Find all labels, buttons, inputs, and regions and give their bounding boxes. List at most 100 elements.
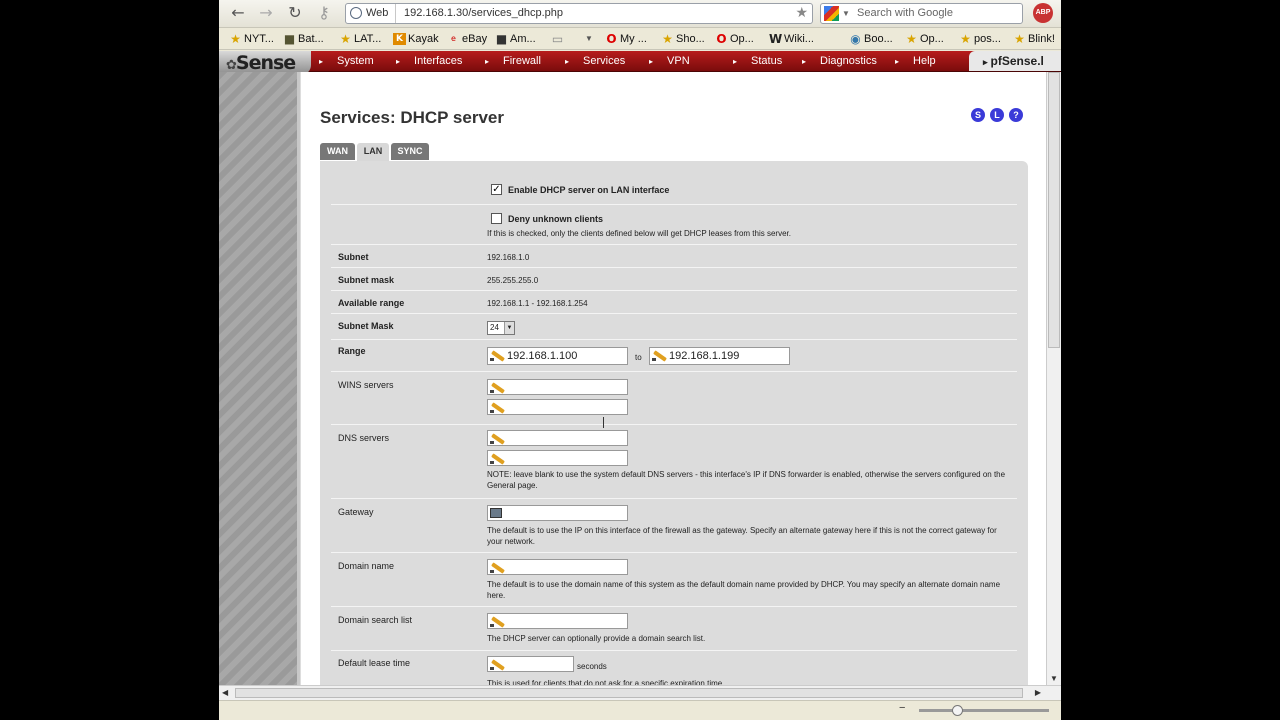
adblock-icon[interactable]: ABP	[1033, 3, 1053, 23]
range-label: Range	[338, 346, 366, 356]
select-value: 24	[490, 323, 499, 332]
bookmark-item[interactable]: ★ LAT...	[339, 31, 381, 47]
logo-text: Sense	[235, 52, 296, 74]
dns-row: DNS servers NOTE: leave blank to use the…	[331, 425, 1017, 499]
triangle-right-icon: ▸	[802, 57, 807, 66]
nav-system[interactable]: ▸ System	[319, 51, 374, 72]
bookmark-item[interactable]: ■ Am...	[495, 31, 536, 47]
kayak-icon: K	[393, 33, 406, 45]
deny-checkbox[interactable]	[491, 213, 502, 224]
bookmark-item[interactable]: O Op...	[715, 31, 753, 47]
chevron-down-icon[interactable]: ▼	[585, 31, 593, 47]
bookmarks-bar: ★ NYT... ■ Bat... ★ LAT... K Kayak e eBay ■ Am…	[219, 28, 1061, 50]
chevron-down-icon: ▼	[504, 322, 514, 334]
bookmark-item[interactable]: ★ Sho...	[661, 31, 705, 47]
subnet-mask-select-label: Subnet Mask	[338, 321, 394, 331]
range-row: Range 192.168.1.100 to 192.168.1.199	[331, 340, 1017, 372]
forward-icon[interactable]: →	[255, 3, 277, 23]
enable-row: ✓ Enable DHCP server on LAN interface	[331, 161, 1017, 205]
nav-label: Help	[913, 55, 936, 67]
pencil-icon	[490, 349, 504, 361]
triangle-right-icon: ▸	[649, 57, 654, 66]
enable-checkbox[interactable]: ✓	[491, 184, 502, 195]
zoom-knob[interactable]	[952, 705, 963, 716]
nav-interfaces[interactable]: ▸ Interfaces	[396, 51, 462, 72]
help-icon[interactable]: ?	[1009, 108, 1023, 122]
nav-help[interactable]: ▸ Help	[895, 51, 936, 72]
amazon-icon: ■	[495, 32, 508, 46]
subnet-label: Subnet	[338, 252, 369, 262]
text-cursor	[603, 417, 604, 428]
vertical-scrollbar[interactable]: ▼	[1046, 72, 1061, 685]
domain-search-input[interactable]	[487, 613, 628, 629]
pencil-icon	[490, 658, 504, 670]
chevron-right-icon[interactable]: ▶	[1035, 688, 1041, 697]
tab-wan[interactable]: WAN	[320, 143, 355, 160]
bookmark-item[interactable]: ▭	[551, 31, 566, 47]
scroll-thumb[interactable]	[1048, 72, 1060, 348]
key-icon[interactable]: ⚷	[313, 3, 335, 23]
zoom-slider[interactable]: −	[899, 702, 1049, 716]
nav-status[interactable]: ▸ Status	[733, 51, 782, 72]
nav-services[interactable]: ▸ Services	[565, 51, 625, 72]
network-icon	[490, 508, 502, 518]
globe-icon: ◉	[850, 32, 861, 46]
bookmark-item[interactable]: W Wiki...	[769, 31, 814, 47]
star-icon[interactable]: ★	[795, 4, 808, 23]
subnet-mask-row: Subnet mask 255.255.255.0	[331, 268, 1017, 291]
nav-firewall[interactable]: ▸ Firewall	[485, 51, 541, 72]
search-box[interactable]: ▼ Search with Google	[820, 3, 1023, 24]
bookmark-item[interactable]: O My ...	[605, 31, 647, 47]
dns-label: DNS servers	[338, 433, 390, 443]
bookmark-label: NYT...	[244, 33, 274, 45]
domain-input[interactable]	[487, 559, 628, 575]
log-icon[interactable]: L	[990, 108, 1004, 122]
zoom-out-icon[interactable]: −	[899, 702, 905, 714]
status-icon[interactable]: S	[971, 108, 985, 122]
bookmark-item[interactable]: ★ pos...	[959, 31, 1001, 47]
subnet-value: 192.168.1.0	[487, 253, 530, 262]
bookmark-item[interactable]: K Kayak	[393, 31, 439, 47]
tab-sync[interactable]: SYNC	[391, 143, 429, 160]
deny-note: If this is checked, only the clients def…	[487, 229, 791, 238]
chevron-down-icon[interactable]: ▼	[842, 4, 850, 23]
opera-icon: O	[716, 32, 727, 46]
page-title: Services: DHCP server	[320, 108, 504, 127]
back-icon[interactable]: ←	[227, 3, 249, 23]
wins-server-1-input[interactable]	[487, 379, 628, 395]
web-label: Web	[346, 4, 396, 23]
nav-label: Services	[583, 55, 626, 67]
dns-server-1-input[interactable]	[487, 430, 628, 446]
globe-icon	[350, 7, 362, 19]
bookmark-item[interactable]: ★ Blink!	[1013, 31, 1055, 47]
bookmark-item[interactable]: e eBay	[447, 31, 487, 47]
bookmark-item[interactable]: ■ Bat...	[283, 31, 324, 47]
bookmark-label: Boo...	[864, 33, 893, 45]
pencil-icon	[490, 432, 504, 444]
chevron-left-icon[interactable]: ◀	[222, 688, 228, 697]
deny-row: Deny unknown clients If this is checked,…	[331, 205, 1017, 245]
reload-icon[interactable]: ↻	[284, 3, 306, 23]
dns-server-2-input[interactable]	[487, 450, 628, 466]
domain-row: Domain name The default is to use the do…	[331, 553, 1017, 607]
wins-server-2-input[interactable]	[487, 399, 628, 415]
subnet-mask-select-row: Subnet Mask 24 ▼	[331, 314, 1017, 340]
domain-note: The default is to use the domain name of…	[487, 580, 1001, 600]
url-text[interactable]: 192.168.1.30/services_dhcp.php	[404, 4, 563, 23]
bookmark-item[interactable]: ◉ Boo...	[849, 31, 893, 47]
bookmark-item[interactable]: ★ Op...	[905, 31, 944, 47]
bookmark-item[interactable]: ★ NYT...	[229, 31, 274, 47]
range-from-input[interactable]: 192.168.1.100	[487, 347, 628, 365]
gateway-input[interactable]	[487, 505, 628, 521]
horizontal-scrollbar[interactable]: ◀ ▶	[219, 685, 1061, 700]
subnet-mask-select[interactable]: 24 ▼	[487, 321, 515, 335]
chevron-down-icon[interactable]: ▼	[1050, 674, 1058, 683]
nav-diagnostics[interactable]: ▸ Diagnostics	[802, 51, 877, 72]
range-to-input[interactable]: 192.168.1.199	[649, 347, 790, 365]
lease-input[interactable]	[487, 656, 574, 672]
nav-vpn[interactable]: ▸ VPN	[649, 51, 690, 72]
ebay-icon: e	[451, 34, 456, 43]
scroll-thumb[interactable]	[235, 688, 1023, 698]
tab-lan[interactable]: LAN	[357, 143, 389, 161]
address-bar[interactable]: Web 192.168.1.30/services_dhcp.php ★	[345, 3, 813, 24]
